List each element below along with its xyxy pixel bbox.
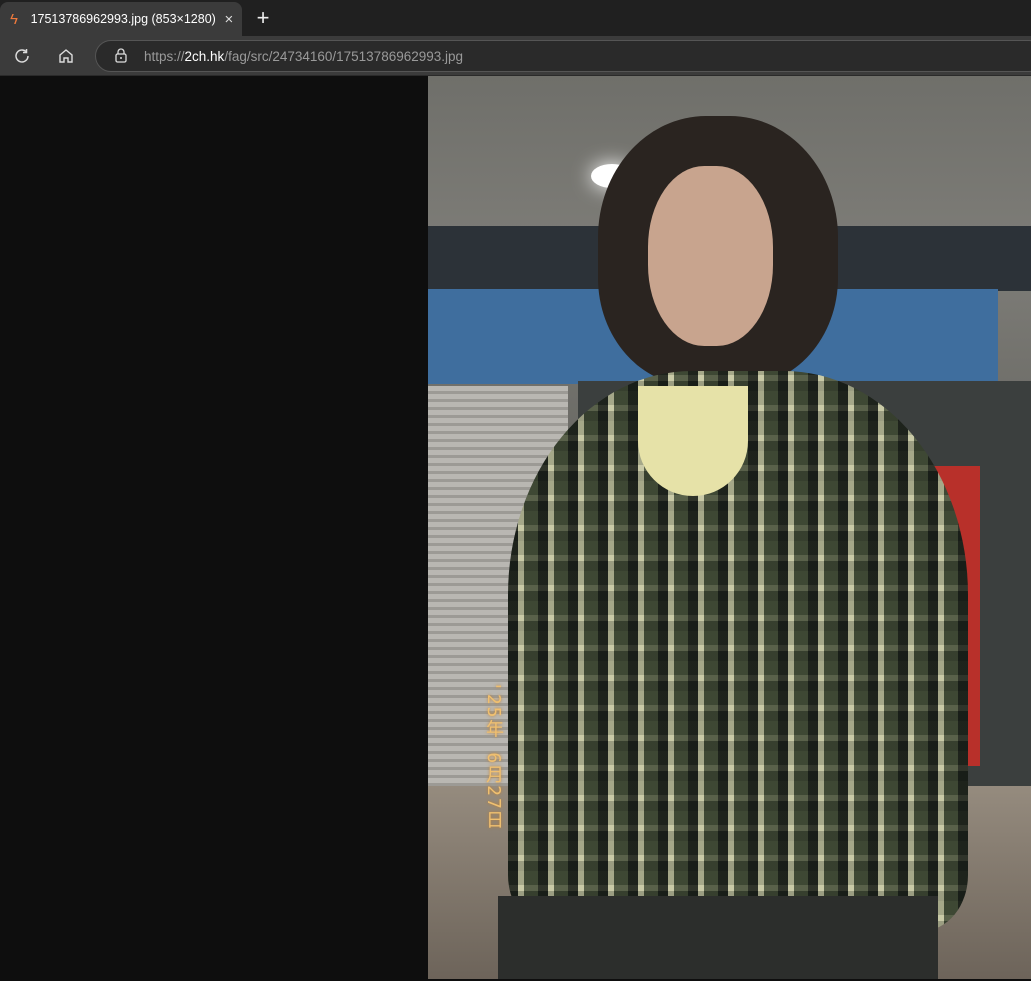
reload-button[interactable]: [10, 44, 34, 68]
displayed-photo[interactable]: '25年 6月27日: [428, 76, 1031, 979]
skirt: [498, 896, 938, 979]
new-tab-button[interactable]: +: [252, 5, 274, 31]
image-viewer: '25年 6月27日: [0, 76, 1031, 979]
url-domain: 2ch.hk: [184, 48, 225, 64]
tab-active[interactable]: ϟ 17513786962993.jpg (853×1280) ×: [0, 2, 242, 36]
home-button[interactable]: [54, 44, 78, 68]
reload-icon: [15, 49, 29, 63]
address-bar[interactable]: https://2ch.hk/fag/src/24734160/17513786…: [95, 40, 1031, 72]
tab-title: 17513786962993.jpg (853×1280): [30, 12, 216, 26]
bolt-icon: ϟ: [10, 10, 18, 28]
lock-icon[interactable]: [114, 47, 132, 66]
close-tab-button[interactable]: ×: [216, 11, 242, 28]
url-scheme: https://: [144, 48, 185, 64]
toolbar: https://2ch.hk/fag/src/24734160/17513786…: [0, 36, 1031, 76]
url-path: /fag/src/24734160/17513786962993.jpg: [224, 48, 464, 64]
home-icon: [59, 49, 73, 63]
url-text[interactable]: https://2ch.hk/fag/src/24734160/17513786…: [144, 49, 463, 64]
date-stamp: '25年 6月27日: [483, 681, 504, 831]
face: [648, 166, 773, 346]
tab-strip: ϟ 17513786962993.jpg (853×1280) × +: [0, 0, 1031, 36]
t-shirt: [638, 386, 748, 496]
